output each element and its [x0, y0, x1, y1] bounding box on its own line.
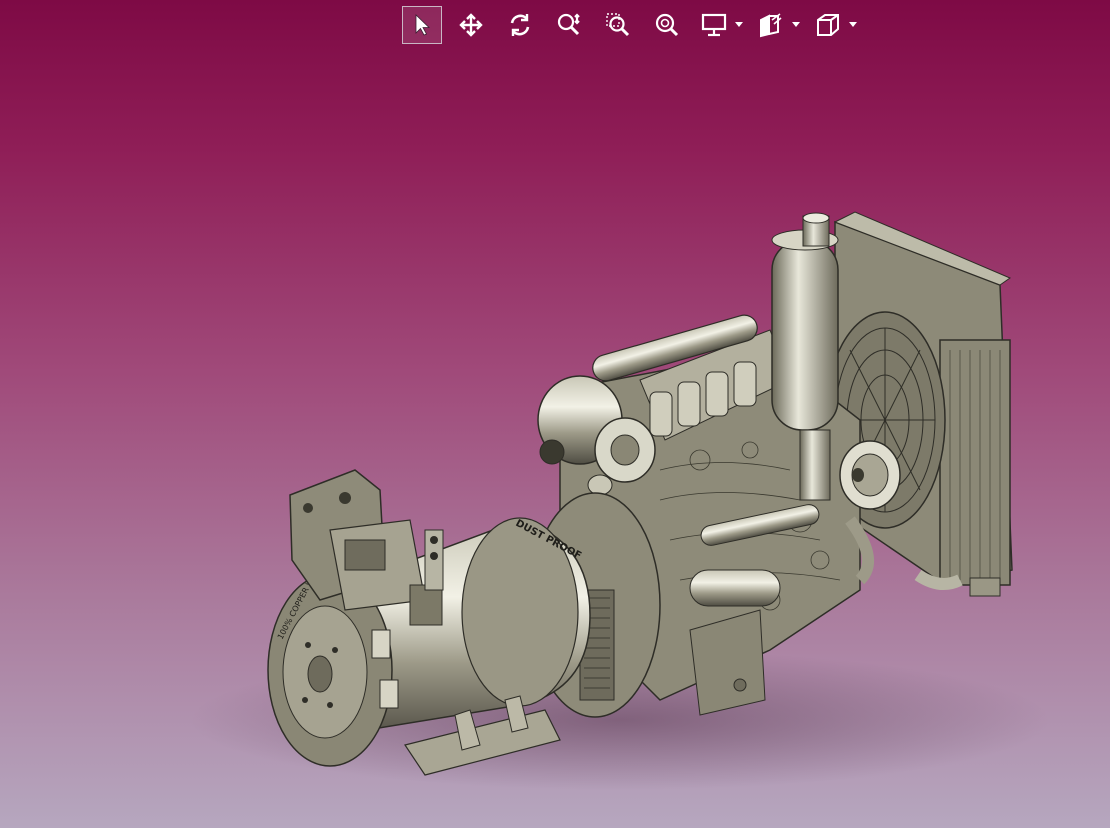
section-view-button[interactable]	[753, 6, 789, 44]
generator-model[interactable]: 100% COPPER WIRE 100% POWER DUST PROOF	[0, 0, 1110, 828]
zoom-icon	[556, 12, 582, 38]
zoom-window-button[interactable]	[598, 6, 638, 44]
zoom-window-icon	[605, 12, 631, 38]
view-orientation-button[interactable]	[810, 6, 846, 44]
zoom-fit-button[interactable]	[647, 6, 687, 44]
pulley	[839, 440, 901, 510]
section-view-group	[753, 6, 803, 44]
cube-icon	[815, 12, 841, 38]
display-mode-button[interactable]	[696, 6, 732, 44]
zoom-fit-icon	[654, 12, 680, 38]
pan-tool-button[interactable]	[451, 6, 491, 44]
display-mode-dropdown[interactable]	[732, 6, 746, 44]
section-view-dropdown[interactable]	[789, 6, 803, 44]
view-orientation-dropdown[interactable]	[846, 6, 860, 44]
display-mode-group	[696, 6, 746, 44]
view-toolbar	[402, 5, 867, 45]
view-orientation-group	[810, 6, 860, 44]
move-arrows-icon	[458, 12, 484, 38]
3d-viewport[interactable]: 100% COPPER WIRE 100% POWER DUST PROOF	[0, 0, 1110, 828]
pointer-arrow-icon	[412, 13, 432, 37]
caret-down-icon	[792, 22, 800, 28]
caret-down-icon	[849, 22, 857, 28]
rotate-icon	[507, 12, 533, 38]
section-box-icon	[758, 12, 784, 38]
zoom-tool-button[interactable]	[549, 6, 589, 44]
select-tool-button[interactable]	[402, 6, 442, 44]
rotate-tool-button[interactable]	[500, 6, 540, 44]
monitor-icon	[701, 13, 727, 37]
caret-down-icon	[735, 22, 743, 28]
